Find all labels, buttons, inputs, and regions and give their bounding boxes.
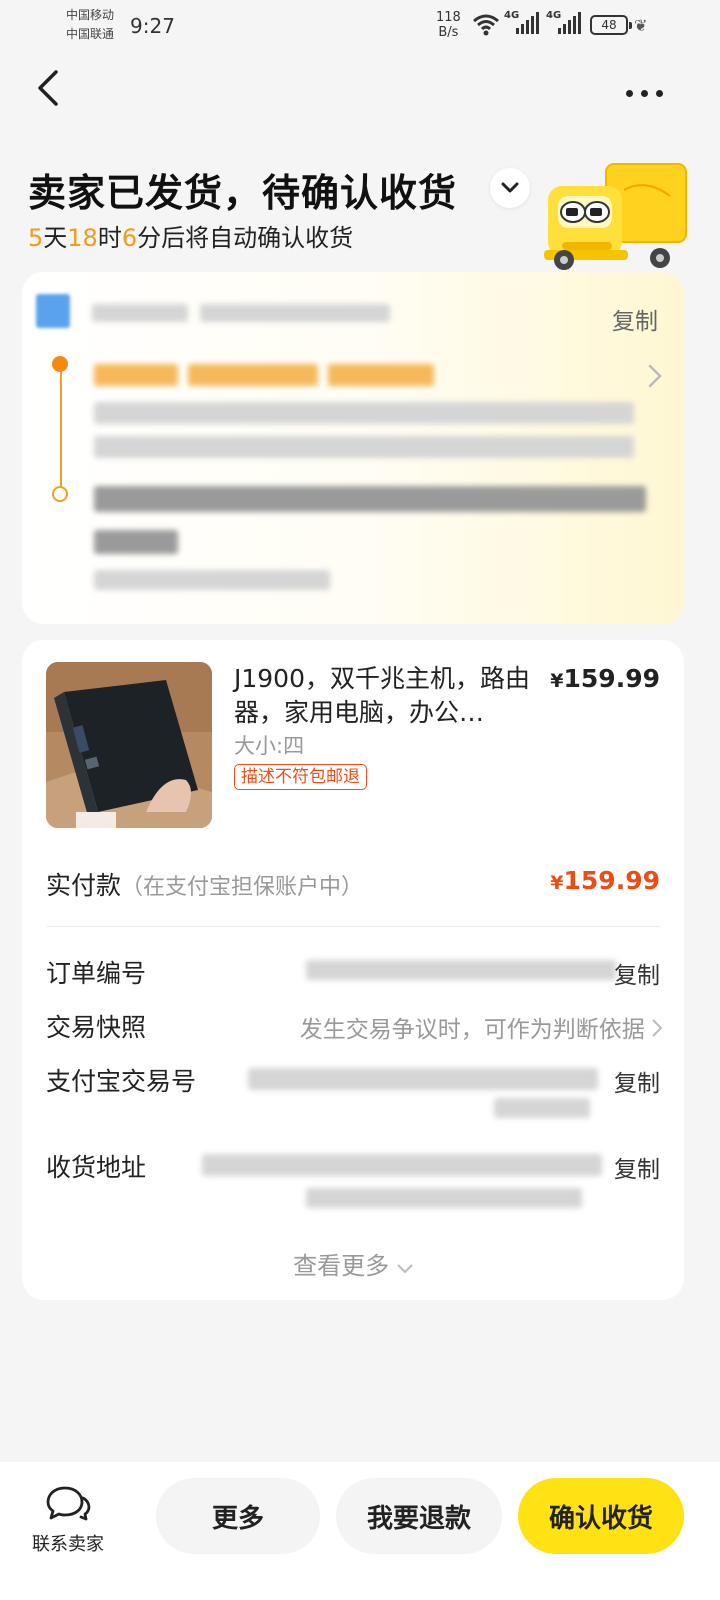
order-detail-card: J1900，双千兆主机，路由器，家用电脑，办公… ¥159.99 大小:四 描述… bbox=[22, 640, 684, 1300]
product-spec: 大小:四 bbox=[234, 734, 305, 758]
shipping-address-blurred bbox=[306, 1188, 582, 1208]
order-status-title: 卖家已发货，待确认收货 bbox=[28, 171, 458, 215]
timeline-address-dot bbox=[52, 486, 68, 502]
bottom-action-bar: 联系卖家 更多 我要退款 确认收货 bbox=[0, 1462, 720, 1600]
more-options-button[interactable] bbox=[620, 78, 668, 108]
countdown-hours: 18 bbox=[67, 224, 98, 252]
chevron-left-icon bbox=[38, 70, 58, 106]
alipay-transaction-blurred bbox=[494, 1098, 590, 1118]
delivery-truck-illustration bbox=[544, 163, 687, 270]
receiver-address-blurred bbox=[94, 486, 646, 512]
shipping-address-blurred bbox=[202, 1154, 602, 1176]
copy-order-number-button[interactable]: 复制 bbox=[614, 956, 660, 990]
countdown-days-unit: 天 bbox=[43, 224, 68, 252]
latest-status-blurred bbox=[328, 364, 434, 386]
copy-alipay-number-button[interactable]: 复制 bbox=[614, 1064, 660, 1098]
copy-tracking-number-button[interactable]: 复制 bbox=[612, 302, 658, 336]
latest-status-blurred bbox=[188, 364, 318, 386]
alipay-transaction-blurred bbox=[248, 1068, 598, 1090]
dot-icon bbox=[640, 89, 648, 97]
signal-2-icon bbox=[558, 12, 581, 34]
payment-label-text: 实付款 bbox=[46, 871, 122, 900]
service-tag[interactable]: 描述不符包邮退 bbox=[234, 764, 367, 790]
payment-note: （在支付宝担保账户中） bbox=[121, 875, 364, 900]
product-thumbnail[interactable] bbox=[46, 662, 212, 828]
product-price: ¥159.99 bbox=[550, 664, 660, 693]
status-bar: 中国移动 中国联通 9:27 118 B/s 4G 4G 48 ❦ bbox=[0, 0, 720, 52]
receiver-contact-blurred bbox=[94, 570, 330, 590]
network-speed-unit: B/s bbox=[438, 25, 459, 40]
payment-amount: ¥159.99 bbox=[550, 866, 660, 895]
payment-label: 实付款（在支付宝担保账户中） bbox=[46, 866, 363, 902]
battery-icon: 48 bbox=[590, 15, 632, 35]
snapshot-link[interactable]: 发生交易争议时，可作为判断依据 bbox=[299, 1010, 663, 1044]
timeline-current-dot bbox=[52, 356, 68, 372]
dot-icon bbox=[655, 89, 663, 97]
wifi-icon bbox=[473, 14, 499, 36]
countdown-minutes: 6 bbox=[121, 224, 138, 252]
countdown-days: 5 bbox=[28, 224, 44, 252]
payment-currency: ¥ bbox=[550, 872, 564, 894]
payment-row: 实付款（在支付宝担保账户中） ¥159.99 bbox=[46, 866, 660, 906]
price-value: 159.99 bbox=[563, 664, 660, 693]
contact-seller-button[interactable]: 联系卖家 bbox=[26, 1484, 110, 1556]
latest-detail-blurred bbox=[94, 402, 634, 424]
alipay-transaction-label: 支付宝交易号 bbox=[46, 1067, 197, 1096]
view-more-button[interactable]: 查看更多 bbox=[22, 1246, 684, 1281]
carrier-names: 中国移动 中国联通 bbox=[66, 6, 114, 44]
back-button[interactable] bbox=[28, 66, 72, 110]
contact-seller-label: 联系卖家 bbox=[32, 1534, 104, 1555]
more-actions-button[interactable]: 更多 bbox=[156, 1478, 320, 1554]
countdown-suffix: 分后将自动确认收货 bbox=[137, 224, 354, 252]
latest-detail-blurred bbox=[94, 436, 634, 458]
price-currency: ¥ bbox=[550, 670, 564, 692]
logistics-card[interactable]: 复制 bbox=[22, 272, 684, 624]
network-speed-value: 118 bbox=[436, 10, 461, 25]
carrier-2: 中国联通 bbox=[66, 27, 115, 41]
divider bbox=[46, 926, 660, 927]
snapshot-label: 交易快照 bbox=[46, 1013, 147, 1042]
latest-status-blurred bbox=[94, 364, 178, 386]
timeline-line bbox=[60, 364, 62, 494]
copy-address-button[interactable]: 复制 bbox=[614, 1150, 660, 1184]
mini-pc-photo bbox=[46, 662, 212, 828]
chat-bubble-icon bbox=[46, 1486, 91, 1521]
confirm-receipt-button[interactable]: 确认收货 bbox=[518, 1478, 684, 1554]
view-more-label: 查看更多 bbox=[293, 1252, 390, 1280]
power-saving-icon: ❦ bbox=[634, 16, 648, 35]
courier-logo bbox=[36, 294, 70, 328]
status-time: 9:27 bbox=[130, 14, 175, 38]
chevron-down-icon bbox=[501, 182, 519, 193]
auto-confirm-countdown: 5天18时6分后将自动确认收货 bbox=[28, 218, 353, 253]
carrier-1: 中国移动 bbox=[66, 8, 115, 22]
product-title[interactable]: J1900，双千兆主机，路由器，家用电脑，办公… bbox=[234, 662, 534, 730]
network-speed: 118 B/s bbox=[436, 10, 461, 40]
dot-icon bbox=[625, 89, 633, 97]
countdown-hours-unit: 时 bbox=[97, 224, 122, 252]
status-expand-button[interactable] bbox=[490, 168, 530, 208]
receiver-address-blurred bbox=[94, 530, 178, 554]
shipping-address-label: 收货地址 bbox=[46, 1153, 147, 1182]
order-number-label: 订单编号 bbox=[46, 959, 147, 988]
payment-value: 159.99 bbox=[563, 866, 660, 895]
snapshot-hint: 发生交易争议时，可作为判断依据 bbox=[299, 1017, 645, 1043]
chevron-right-icon bbox=[648, 364, 662, 388]
chevron-right-icon bbox=[652, 1019, 663, 1037]
order-number-blurred bbox=[306, 960, 616, 980]
signal-1-icon bbox=[516, 12, 539, 34]
tracking-number-blurred bbox=[200, 304, 390, 322]
chevron-down-icon bbox=[397, 1264, 413, 1274]
request-refund-button[interactable]: 我要退款 bbox=[336, 1478, 502, 1554]
courier-name-blurred bbox=[92, 304, 188, 322]
